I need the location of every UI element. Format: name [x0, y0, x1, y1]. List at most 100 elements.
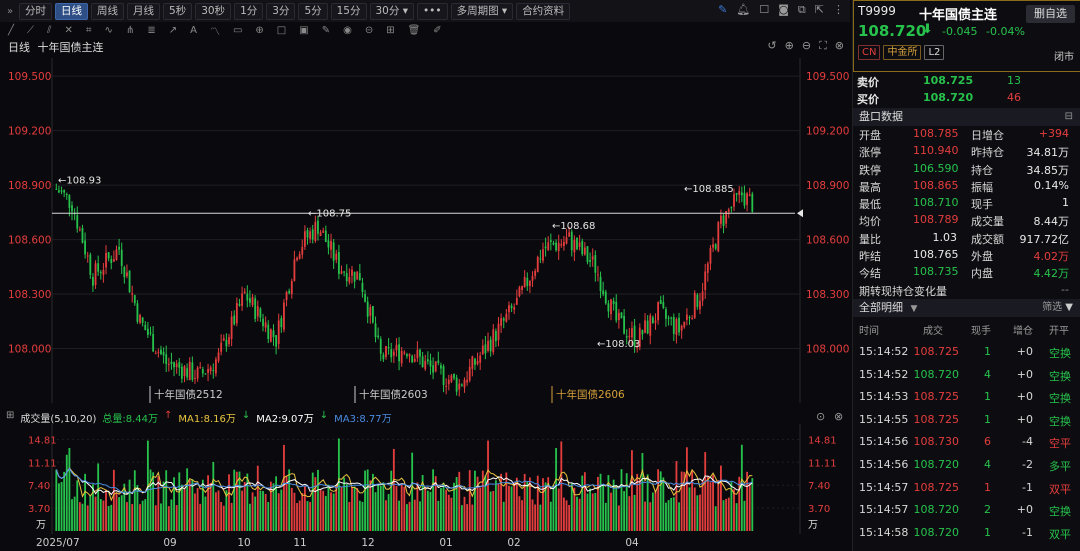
tab-5m[interactable]: 5分	[298, 2, 328, 20]
edit-tool-icon[interactable]: ✎	[322, 25, 330, 36]
text-tool-icon[interactable]: A	[190, 25, 197, 36]
candle-body	[555, 242, 557, 251]
volume-bar	[262, 490, 264, 531]
trash-icon[interactable]: 🗑︎	[408, 25, 421, 36]
volume-bar	[76, 480, 79, 531]
tab-fenshi[interactable]: 分时	[19, 2, 52, 20]
volume-settings-icon[interactable]: ⊞	[6, 410, 14, 425]
fullscreen-icon[interactable]: ⛶	[819, 39, 827, 53]
candle-body	[644, 320, 646, 333]
layer-tool-icon[interactable]: ▣	[299, 25, 308, 36]
volume-bar	[667, 500, 670, 531]
rect-tool-icon[interactable]: □	[277, 25, 286, 36]
polyline-tool-icon[interactable]: 〽	[210, 23, 220, 38]
volume-bar	[86, 505, 89, 531]
tab-1m[interactable]: 1分	[234, 2, 264, 20]
ticks-section-header[interactable]: 全部明细 ▼ 筛选 ▼	[853, 299, 1080, 317]
candles	[55, 183, 754, 397]
comment-tool-icon[interactable]: ▭	[233, 25, 242, 36]
tab-30m[interactable]: 30分 ▾	[369, 2, 414, 20]
candle-body	[432, 365, 434, 373]
stat-value-2: 34.85万	[1026, 163, 1070, 177]
candle-body	[377, 335, 380, 338]
candle-body	[406, 354, 408, 357]
undo-icon[interactable]: ↺	[767, 39, 776, 53]
candle-body	[115, 249, 118, 260]
volume-bar	[369, 480, 372, 531]
ticks-dropdown-icon[interactable]: ▼	[911, 304, 918, 314]
grid-icon[interactable]: ⊞	[386, 25, 394, 36]
fib-tool-icon[interactable]: ≣	[147, 25, 155, 36]
brush-icon[interactable]: ✐	[433, 25, 441, 36]
col-volume: 现手	[971, 326, 991, 337]
collapse-icon[interactable]: ⊟	[1065, 108, 1073, 126]
candlestick-chart[interactable]: 109.500 109.500 109.200 109.200 108.900 108.9…	[0, 58, 850, 403]
cross-tool-icon[interactable]: ✕	[65, 25, 73, 36]
draw-pen-icon[interactable]: ✎	[718, 3, 727, 17]
stats-row: 最高 108.865 振幅 0.14%	[853, 179, 1080, 196]
tick-price: 108.720	[913, 367, 960, 381]
volume-bar	[743, 500, 746, 531]
volume-close-icon[interactable]: ⊗	[834, 410, 843, 423]
lock-icon[interactable]: ⊝	[365, 25, 373, 36]
arrow-tool-icon[interactable]: ↗	[169, 25, 177, 36]
tick-oi-change: +0	[1016, 503, 1033, 517]
alert-bell-icon[interactable]: 🔔︎	[736, 3, 750, 17]
collapse-icon[interactable]: »	[4, 6, 16, 17]
last-price: 108.720	[858, 22, 927, 40]
candle-body	[264, 322, 267, 328]
volume-bar	[139, 504, 141, 531]
tab-daily[interactable]: 日线	[55, 2, 88, 20]
tick-volume: 1	[984, 480, 991, 494]
volume-bar	[468, 470, 471, 531]
stats-section-header[interactable]: 盘口数据 ⊟	[853, 108, 1080, 126]
filter-button[interactable]: 筛选 ▼	[1042, 299, 1073, 317]
multi-period-button[interactable]: 多周期图 ▾	[450, 2, 514, 20]
ray-tool-icon[interactable]: ⟋	[27, 25, 34, 36]
notes-icon[interactable]: ☐	[759, 3, 769, 17]
zoom-out-icon[interactable]: ⊖	[802, 39, 811, 53]
line-tool-icon[interactable]: ╱	[8, 25, 14, 36]
close-icon[interactable]: ⊗	[835, 39, 844, 53]
volume-bar	[693, 487, 696, 531]
tick-row: 15:14:56 108.730 6 -4 空平	[853, 431, 1080, 454]
copy-icon[interactable]: ⧉	[798, 3, 806, 17]
pitchfork-icon[interactable]: ⋔	[126, 25, 134, 36]
contract-info-button[interactable]: 合约资料	[516, 2, 571, 20]
candle-body	[157, 351, 160, 353]
candle-body	[243, 291, 246, 294]
more-periods-button[interactable]: •••	[416, 2, 448, 20]
wave-tool-icon[interactable]: ∿	[105, 25, 113, 36]
stat-label-2: 振幅	[971, 180, 993, 194]
tick-row: 15:14:57 108.725 1 -1 双平	[853, 477, 1080, 500]
export-icon[interactable]: ⇱	[815, 3, 824, 17]
volume-options-icon[interactable]: ⊙	[816, 410, 825, 423]
menu-icon[interactable]: ⋮	[833, 3, 844, 17]
tab-monthly[interactable]: 月线	[127, 2, 160, 20]
crop-tool-icon[interactable]: ⌗	[86, 25, 92, 36]
remove-watchlist-button[interactable]: 删自选	[1026, 5, 1075, 23]
candle-body	[149, 332, 152, 334]
zoom-in-icon[interactable]: ⊕	[785, 39, 794, 53]
eye-icon[interactable]: ◉	[343, 25, 352, 36]
tab-30s[interactable]: 30秒	[195, 2, 232, 20]
camera-icon[interactable]: ◙	[778, 3, 789, 17]
volume-bar	[191, 479, 194, 531]
tab-weekly[interactable]: 周线	[91, 2, 124, 20]
candle-body	[68, 194, 71, 208]
channel-tool-icon[interactable]: ⫽	[47, 25, 51, 36]
candle-body	[557, 242, 560, 252]
stat-label-2: 成交量	[971, 215, 1004, 229]
tab-15m[interactable]: 15分	[330, 2, 367, 20]
ruler-tool-icon[interactable]: ⊕	[255, 25, 263, 36]
tab-5s[interactable]: 5秒	[163, 2, 193, 20]
volume-bar	[327, 484, 330, 531]
volume-bar	[657, 469, 660, 531]
volume-bar	[560, 441, 563, 531]
chart-instrument: 十年国债主连	[37, 41, 104, 54]
candle-body	[489, 339, 492, 352]
volume-bar	[479, 487, 482, 531]
tab-3m[interactable]: 3分	[266, 2, 296, 20]
volume-chart[interactable]: 14.81 14.81 11.11 11.11 7.40 7.40 3.70 3.70 万 万 20…	[0, 424, 850, 551]
candle-body	[450, 375, 453, 382]
